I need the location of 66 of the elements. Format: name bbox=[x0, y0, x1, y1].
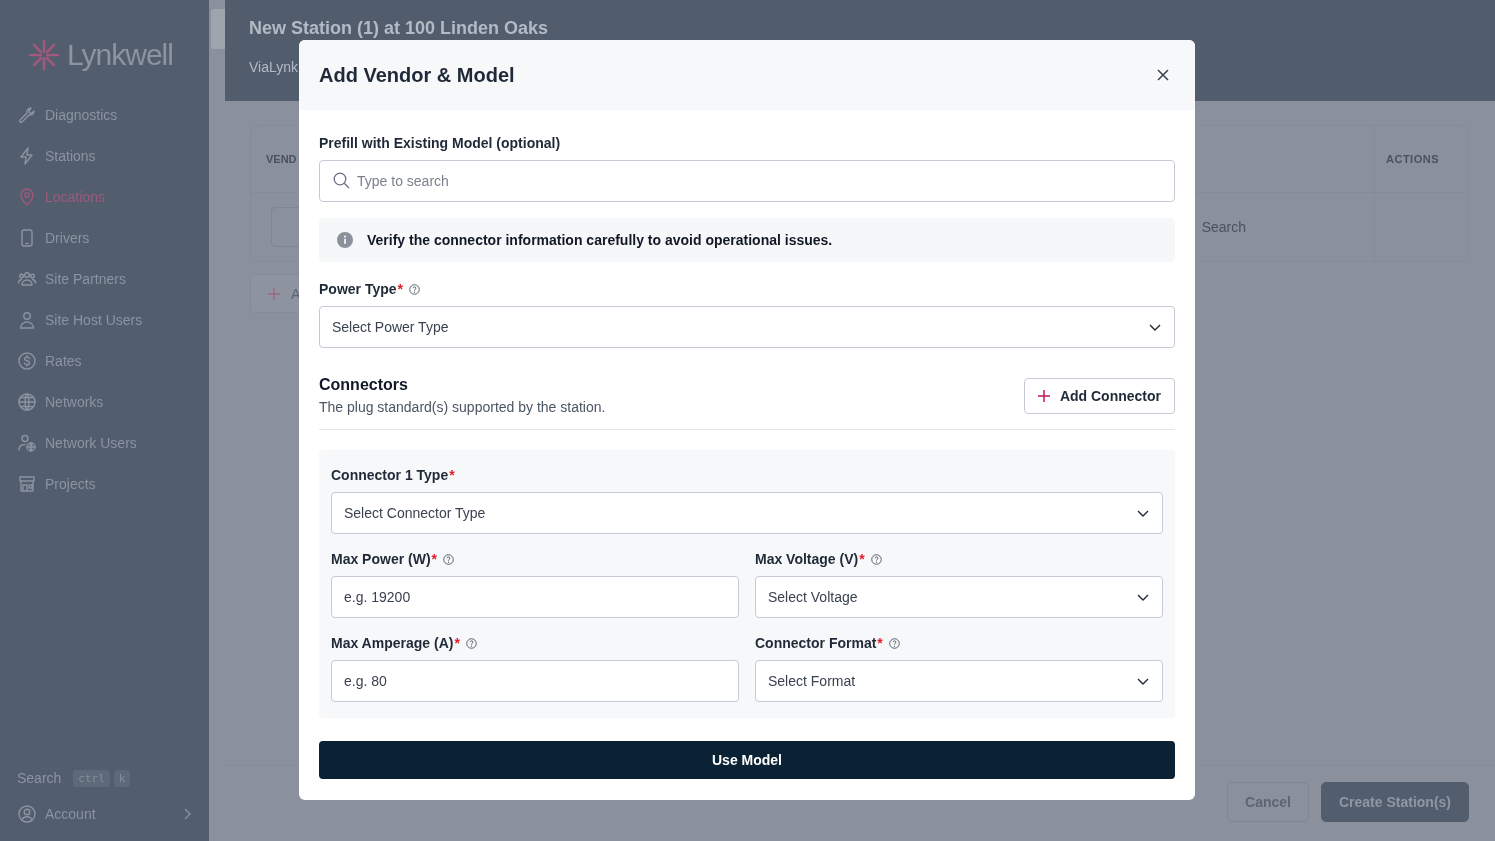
plus-icon bbox=[1037, 389, 1050, 402]
globe-icon bbox=[17, 391, 37, 412]
logo: Lynkwell bbox=[27, 38, 209, 72]
page-subtitle: ViaLynk bbox=[249, 59, 299, 75]
input-field[interactable]: e.g. 80 bbox=[331, 660, 739, 702]
field-label: Max Amperage (A) bbox=[331, 635, 454, 651]
sidebar-item[interactable]: Projects bbox=[17, 463, 209, 504]
modal-title: Add Vendor & Model bbox=[319, 63, 515, 87]
user-circle-icon bbox=[17, 804, 37, 824]
dollar-icon bbox=[17, 350, 37, 371]
sidebar-item[interactable]: Site Partners bbox=[17, 258, 209, 299]
user-icon bbox=[17, 309, 37, 330]
sidebar-item[interactable]: Networks bbox=[17, 381, 209, 422]
sidebar-item[interactable]: Locations bbox=[17, 176, 209, 217]
chevron-down-icon bbox=[1149, 323, 1161, 331]
required-mark: * bbox=[449, 467, 455, 483]
page-title: New Station (1) at 100 Linden Oaks bbox=[249, 18, 549, 39]
required-mark: * bbox=[859, 551, 865, 567]
close-button[interactable] bbox=[1155, 67, 1171, 83]
add-connector-button[interactable]: Add Connector bbox=[1023, 377, 1175, 414]
field-label: Connector Format bbox=[755, 635, 877, 651]
use-model-button[interactable]: Use Model bbox=[319, 741, 1175, 779]
location-pin-icon bbox=[17, 186, 37, 207]
notice-text: Verify the connector information carefully to avoid operational issues. bbox=[367, 232, 833, 248]
sidebar-item[interactable]: Diagnostics bbox=[17, 94, 209, 135]
chevron-right-icon bbox=[183, 808, 191, 820]
required-mark: * bbox=[454, 635, 460, 651]
search-icon bbox=[333, 172, 350, 189]
required-mark: * bbox=[431, 551, 438, 567]
section-title: Connectors bbox=[319, 376, 409, 394]
search-label[interactable]: Search bbox=[17, 770, 62, 786]
field-label: Power Type bbox=[319, 281, 397, 297]
account-menu[interactable]: Account bbox=[17, 801, 209, 827]
required-mark: * bbox=[877, 635, 883, 651]
input-field[interactable]: e.g. 19200 bbox=[331, 576, 739, 618]
select-field[interactable]: Select Power Type bbox=[319, 306, 1175, 348]
create-button[interactable]: Create Station(s) bbox=[1320, 781, 1469, 822]
field-label: Prefill with Existing Model (optional) bbox=[319, 135, 561, 151]
select-field[interactable]: Select Connector Type bbox=[331, 492, 1163, 534]
select-field[interactable]: Select Format bbox=[755, 660, 1163, 702]
column-header: VEND bbox=[266, 153, 297, 165]
chevron-down-icon bbox=[1137, 509, 1149, 517]
column-header: ACTIONS bbox=[1386, 153, 1439, 165]
user-globe-icon bbox=[17, 432, 37, 453]
search-field[interactable]: Type to search bbox=[319, 160, 1175, 202]
section-description: The plug standard(s) supported by the station. bbox=[319, 399, 606, 415]
search-field[interactable]: Search bbox=[1201, 219, 1246, 235]
logo-burst-icon bbox=[27, 38, 61, 72]
sidebar-item[interactable]: Network Users bbox=[17, 422, 209, 463]
field-label: Connector 1 Type bbox=[331, 467, 449, 483]
wrench-icon bbox=[17, 104, 37, 125]
close-icon bbox=[1157, 69, 1169, 81]
info-icon bbox=[337, 232, 353, 248]
chevron-down-icon bbox=[1137, 593, 1149, 601]
sidebar-item[interactable]: Rates bbox=[17, 340, 209, 381]
select-field[interactable]: Select Voltage bbox=[755, 576, 1163, 618]
collapse-handle[interactable] bbox=[211, 9, 225, 49]
required-mark: * bbox=[397, 281, 403, 297]
sidebar-item[interactable]: Stations bbox=[17, 135, 209, 176]
chevron-down-icon bbox=[1137, 677, 1149, 685]
field-label: Max Voltage (V) bbox=[755, 551, 859, 567]
storefront-icon bbox=[17, 473, 37, 494]
sidebar-item[interactable]: Site Host Users bbox=[17, 299, 209, 340]
sidebar-item[interactable]: Drivers bbox=[17, 217, 209, 258]
field-label: Max Power (W) bbox=[331, 551, 431, 567]
plus-icon bbox=[267, 286, 281, 301]
